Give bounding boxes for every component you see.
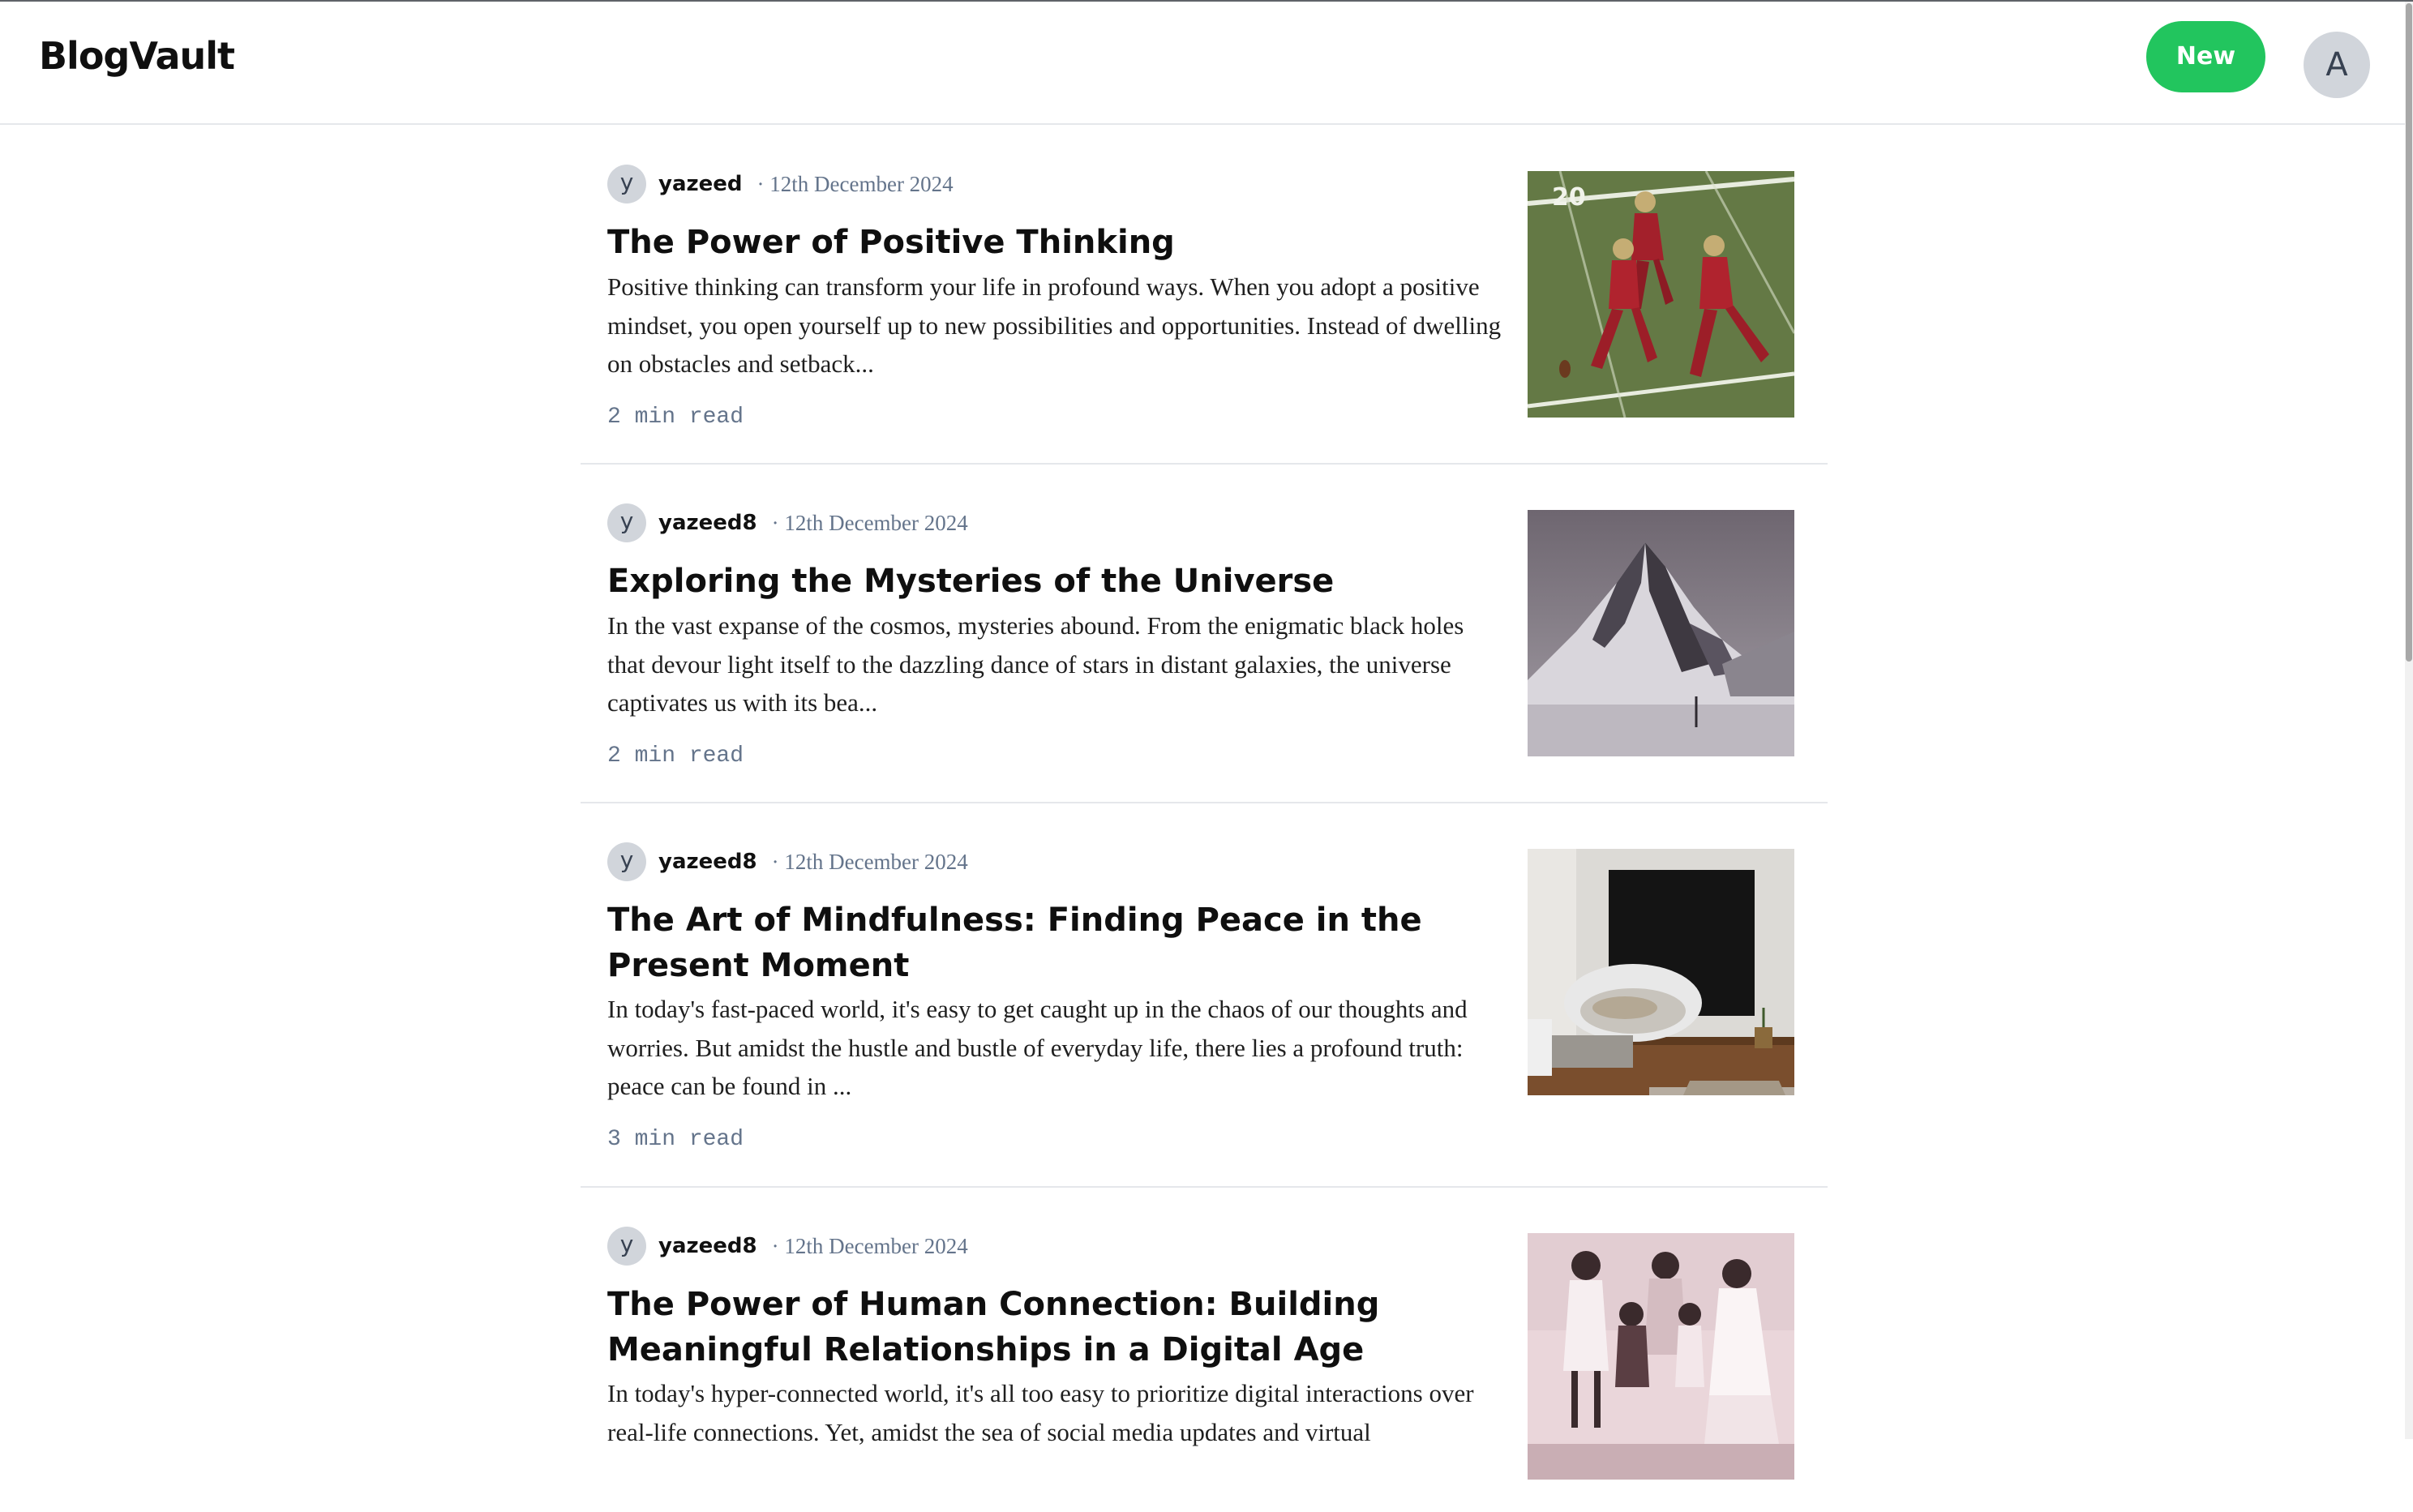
post-card[interactable]: y yazeed8 · 12th December 2024 The Art o… (581, 803, 1828, 1188)
post-excerpt: In today's fast-paced world, it's easy t… (607, 995, 1468, 1100)
author-name[interactable]: yazeed8 (658, 1234, 757, 1258)
author-avatar: y (607, 842, 646, 881)
author-avatar: y (607, 1227, 646, 1266)
post-title[interactable]: The Art of Mindfulness: Finding Peace in… (607, 897, 1507, 988)
post-title[interactable]: Exploring the Mysteries of the Universe (607, 559, 1507, 604)
post-thumbnail-snowy-mountain[interactable] (1528, 510, 1794, 756)
author-name[interactable]: yazeed8 (658, 511, 757, 535)
post-date: · 12th December 2024 (771, 1233, 968, 1258)
post-meta: y yazeed · 12th December 2024 (607, 165, 954, 203)
post-date: · 12th December 2024 (771, 849, 968, 874)
post-title[interactable]: The Power of Positive Thinking (607, 220, 1507, 265)
post-date: · 12th December 2024 (756, 171, 954, 196)
top-navbar: BlogVault New A (0, 2, 2413, 125)
new-post-button[interactable]: New (2146, 21, 2265, 92)
author-avatar: y (607, 503, 646, 542)
brand-logo[interactable]: BlogVault (39, 34, 235, 78)
read-time: 3 min read (607, 1127, 744, 1152)
post-meta: y yazeed8 · 12th December 2024 (607, 503, 968, 542)
read-time: 2 min read (607, 405, 744, 430)
author-name[interactable]: yazeed8 (658, 850, 757, 874)
post-thumbnail-football-players[interactable]: 20 (1528, 171, 1794, 418)
post-excerpt: In the vast expanse of the cosmos, myste… (607, 611, 1464, 717)
author-name[interactable]: yazeed (658, 172, 743, 196)
post-meta: y yazeed8 · 12th December 2024 (607, 1227, 968, 1266)
post-thumbnail-vintage-group[interactable] (1528, 1233, 1794, 1480)
post-card[interactable]: y yazeed · 12th December 2024 The Power … (581, 126, 1828, 465)
user-avatar[interactable]: A (2304, 32, 2370, 98)
post-title[interactable]: The Power of Human Connection: Building … (607, 1282, 1507, 1373)
post-date: · 12th December 2024 (771, 510, 968, 535)
post-feed: y yazeed · 12th December 2024 The Power … (581, 126, 1828, 1512)
post-card[interactable]: y yazeed8 · 12th December 2024 The Power… (581, 1188, 1828, 1512)
read-time: 2 min read (607, 743, 744, 769)
post-excerpt: In today's hyper-connected world, it's a… (607, 1379, 1474, 1446)
post-card[interactable]: y yazeed8 · 12th December 2024 Exploring… (581, 465, 1828, 803)
post-thumbnail-living-room[interactable] (1528, 849, 1794, 1095)
svg-text:20: 20 (1552, 183, 1586, 212)
post-excerpt: Positive thinking can transform your lif… (607, 272, 1502, 378)
author-avatar: y (607, 165, 646, 203)
scrollbar-thumb[interactable] (2406, 3, 2412, 662)
post-meta: y yazeed8 · 12th December 2024 (607, 842, 968, 881)
